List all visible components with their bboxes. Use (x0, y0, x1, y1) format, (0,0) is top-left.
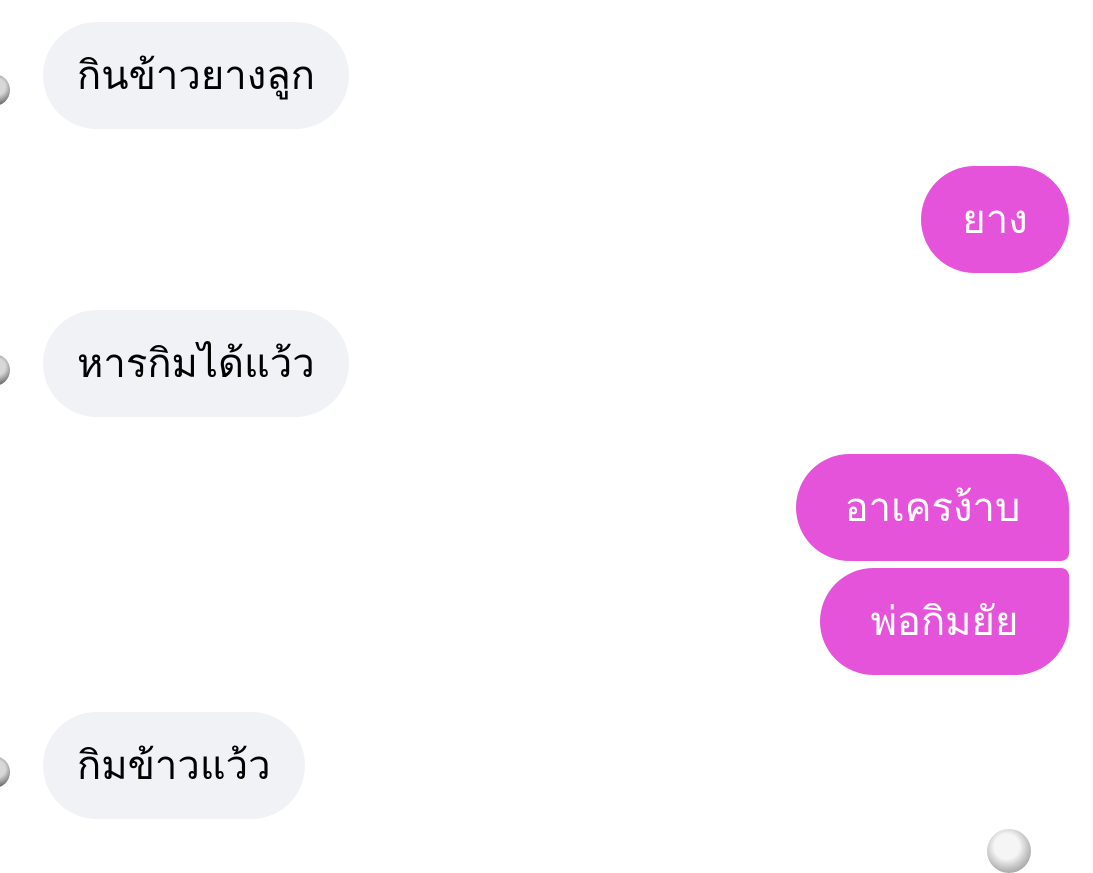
message-text: อาเครง้าบ (844, 484, 1021, 531)
message-text: พ่อกิมยัย (870, 598, 1019, 645)
incoming-message-bubble[interactable]: กิมข้าวแว้ว (43, 712, 305, 819)
contact-avatar[interactable] (0, 74, 10, 106)
outgoing-message-bubble[interactable]: อาเครง้าบ (796, 454, 1069, 561)
outgoing-message-bubble[interactable]: ยาง (921, 166, 1069, 273)
message-text: ยาง (962, 196, 1028, 243)
message-text: กินข้าวยางลูก (77, 52, 315, 99)
chat-thread: กินข้าวยางลูก ยาง หารกิมได้แว้ว อาเครง้า… (0, 0, 1093, 873)
incoming-message-bubble[interactable]: กินข้าวยางลูก (43, 22, 349, 129)
read-receipt-avatar (987, 829, 1031, 873)
outgoing-message-bubble[interactable]: พ่อกิมยัย (820, 568, 1069, 675)
message-text: หารกิมได้แว้ว (77, 340, 315, 387)
contact-avatar[interactable] (0, 354, 10, 386)
incoming-message-bubble[interactable]: หารกิมได้แว้ว (43, 310, 349, 417)
message-text: กิมข้าวแว้ว (77, 742, 271, 789)
contact-avatar[interactable] (0, 756, 10, 788)
